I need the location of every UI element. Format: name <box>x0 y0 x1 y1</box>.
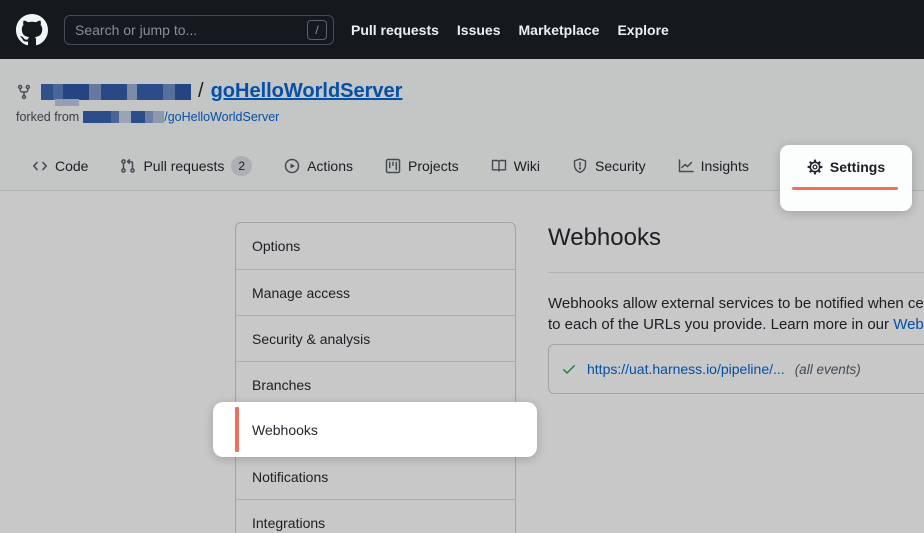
webhook-list-item: https://uat.harness.io/pipeline/... (all… <box>548 344 924 394</box>
sidebar-item-manage-access[interactable]: Manage access <box>236 269 515 315</box>
sidebar-item-notifications[interactable]: Notifications <box>236 453 515 499</box>
forked-from-label: forked from <box>16 110 79 124</box>
global-nav-links: Pull requests Issues Marketplace Explore <box>351 22 669 38</box>
play-circle-icon <box>284 158 300 174</box>
tab-security[interactable]: Security <box>572 158 646 174</box>
search-box: / <box>64 15 334 45</box>
repo-forked-icon <box>16 84 32 100</box>
book-icon <box>491 158 507 174</box>
webhook-events-scope: (all events) <box>795 362 861 377</box>
code-icon <box>32 158 48 174</box>
repo-title: / goHelloWorldServer <box>16 80 908 103</box>
forked-from-line: forked from /goHelloWorldServer <box>16 110 908 124</box>
repo-title-separator: / <box>198 80 204 103</box>
tab-wiki[interactable]: Wiki <box>491 158 540 174</box>
fork-source-link[interactable]: /goHelloWorldServer <box>164 110 279 124</box>
tab-code[interactable]: Code <box>32 158 88 174</box>
graph-icon <box>678 158 694 174</box>
selected-item-accent-bar <box>235 407 239 452</box>
sidebar-item-branches[interactable]: Branches <box>236 361 515 407</box>
tab-code-label: Code <box>55 158 88 174</box>
gear-icon <box>807 159 823 175</box>
page-title: Webhooks <box>548 220 924 256</box>
tab-pull-requests[interactable]: Pull requests 2 <box>120 156 252 176</box>
tab-pull-requests-label: Pull requests <box>143 158 224 174</box>
tab-actions[interactable]: Actions <box>284 158 353 174</box>
sidebar-item-security-analysis[interactable]: Security & analysis <box>236 315 515 361</box>
webhooks-panel: Webhooks Webhooks allow external service… <box>548 220 924 394</box>
check-icon <box>561 361 577 377</box>
heading-divider <box>548 272 924 273</box>
settings-page: Options Manage access Security & analysi… <box>0 191 924 533</box>
selected-tab-underline <box>792 187 898 190</box>
pull-requests-count-badge: 2 <box>231 156 252 176</box>
settings-sidebar: Options Manage access Security & analysi… <box>235 222 516 533</box>
pull-request-icon <box>120 158 136 174</box>
nav-link-issues[interactable]: Issues <box>457 22 501 38</box>
tab-insights-label: Insights <box>701 158 749 174</box>
shield-icon <box>572 158 588 174</box>
search-input[interactable] <box>75 22 307 38</box>
tab-security-label: Security <box>595 158 646 174</box>
nav-link-pull-requests[interactable]: Pull requests <box>351 22 439 38</box>
github-logo-icon[interactable] <box>16 14 48 46</box>
webhook-url-link[interactable]: https://uat.harness.io/pipeline/... <box>587 361 785 377</box>
nav-link-marketplace[interactable]: Marketplace <box>519 22 600 38</box>
description-line2: to each of the URLs you provide. Learn m… <box>548 316 893 333</box>
search-shortcut-key: / <box>307 20 327 40</box>
nav-link-explore[interactable]: Explore <box>617 22 668 38</box>
top-navbar: / Pull requests Issues Marketplace Explo… <box>0 0 924 59</box>
webhooks-description: Webhooks allow external services to be n… <box>548 293 924 335</box>
tab-settings[interactable]: Settings <box>780 145 912 211</box>
sidebar-item-options[interactable]: Options <box>236 223 515 269</box>
tab-settings-label: Settings <box>830 159 885 175</box>
tab-actions-label: Actions <box>307 158 353 174</box>
sidebar-item-integrations[interactable]: Integrations <box>236 499 515 533</box>
tab-insights[interactable]: Insights <box>678 158 749 174</box>
page: / Pull requests Issues Marketplace Explo… <box>0 0 924 533</box>
redacted-owner-name <box>41 84 191 100</box>
redacted-source-owner <box>83 111 164 123</box>
project-board-icon <box>385 158 401 174</box>
description-line1: Webhooks allow external services to be n… <box>548 295 924 312</box>
sidebar-item-webhooks[interactable]: Webhooks <box>213 402 537 457</box>
tab-wiki-label: Wiki <box>514 158 540 174</box>
tab-projects[interactable]: Projects <box>385 158 459 174</box>
webhooks-guide-link[interactable]: Webho <box>893 316 924 333</box>
repo-name-link[interactable]: goHelloWorldServer <box>211 80 403 103</box>
tab-projects-label: Projects <box>408 158 459 174</box>
sidebar-item-webhooks-label: Webhooks <box>252 402 318 457</box>
